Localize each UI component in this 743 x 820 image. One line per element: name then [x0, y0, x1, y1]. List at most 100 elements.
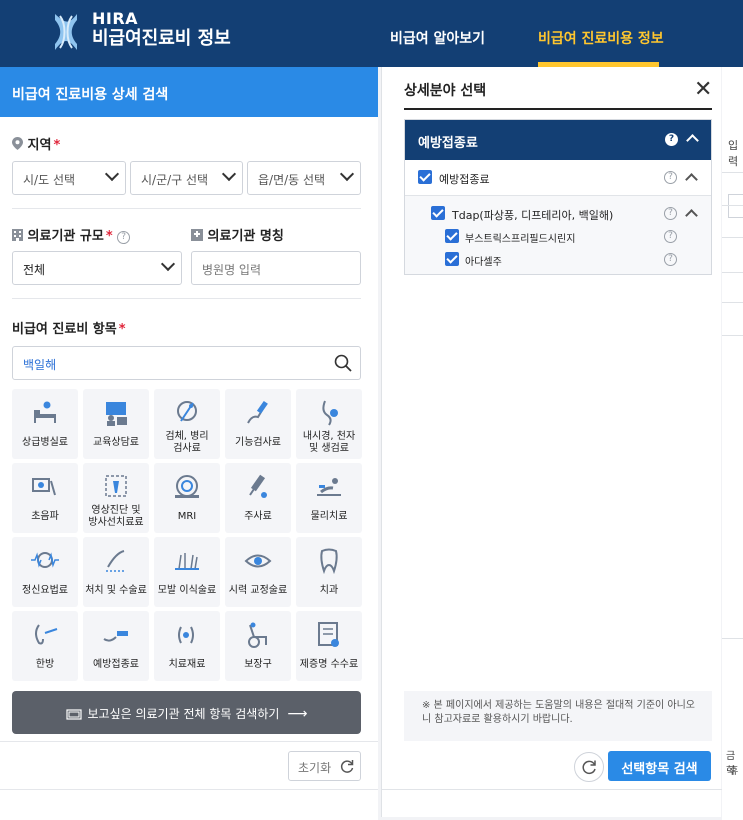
- tree-group-title: 예방접종료: [418, 136, 478, 151]
- tree-level2-area: Tdap(파상풍, 디프테리아, 백일해) ? 부스트릭스프리필드시린지 ? 아…: [405, 197, 711, 274]
- injection-icon: [249, 474, 267, 498]
- category-tile-endoscope[interactable]: 내시경, 천자 및 생검료: [296, 389, 362, 459]
- level1-checkbox[interactable]: [418, 170, 432, 184]
- sigungu-select[interactable]: 시/군/구 선택: [130, 161, 243, 195]
- nav-learn-noncovered[interactable]: 비급여 알아보기: [390, 28, 485, 48]
- physio-icon: [317, 478, 341, 496]
- category-label: 정신요법료: [22, 585, 68, 596]
- help-icon[interactable]: ?: [664, 171, 677, 184]
- level3-checkbox[interactable]: [445, 229, 459, 243]
- category-label: 모발 이식술료: [157, 585, 217, 596]
- panel-title: 비급여 진료비용 상세 검색: [0, 67, 378, 117]
- level3-checkbox[interactable]: [445, 252, 459, 266]
- close-icon[interactable]: ✕: [694, 77, 712, 102]
- category-label: 초음파: [31, 511, 59, 522]
- reset-button[interactable]: 초기화: [288, 751, 361, 781]
- divider: [0, 789, 378, 790]
- sido-select[interactable]: 시/도 선택: [12, 161, 126, 195]
- radiology-icon: [105, 475, 127, 497]
- bg-divider: [722, 638, 743, 639]
- nav-noncovered-cost[interactable]: 비급여 진료비용 정보: [538, 28, 664, 48]
- reset-label: 초기화: [298, 761, 332, 775]
- sigungu-select-value: 시/군/구 선택: [141, 173, 209, 187]
- chevron-up-icon[interactable]: [685, 209, 698, 222]
- field-tree: 예방접종료 ? 예방접종료 ? Tdap(파상풍, 디프테리아, 백일해) ? …: [404, 119, 712, 275]
- scale-select-value: 전체: [23, 263, 46, 277]
- category-tile-radiology[interactable]: 영상진단 및 방사선치료료: [83, 463, 149, 533]
- location-pin-icon: [12, 137, 23, 150]
- all-items-search-button[interactable]: 보고싶은 의료기관 전체 항목 검색하기 ⟶: [12, 691, 361, 734]
- category-tile-consult[interactable]: 교육상담료: [83, 389, 149, 459]
- search-icon[interactable]: [334, 354, 352, 372]
- item-search-value: 백일해: [23, 358, 57, 372]
- level3-label[interactable]: 부스트릭스프리필드시린지: [465, 230, 575, 245]
- level3-label[interactable]: 아다셀주: [465, 253, 502, 268]
- category-tile-function[interactable]: 기능검사료: [225, 389, 291, 459]
- eupmyeon-select[interactable]: 읍/면/동 선택: [247, 161, 361, 195]
- category-tile-physio[interactable]: 물리치료: [296, 463, 362, 533]
- dental-icon: [320, 548, 338, 575]
- material-icon: [178, 626, 194, 644]
- bg-divider: [722, 205, 743, 206]
- category-tile-pathology[interactable]: 검체, 병리 검사료: [154, 389, 220, 459]
- category-tile-device[interactable]: 보장구: [225, 611, 291, 681]
- dialog-title: 상세분야 선택: [404, 83, 487, 99]
- scale-label: 의료기관 규모 * ?: [12, 225, 131, 244]
- help-disclaimer: ※ 본 페이지에서 제공하는 도움말의 내용은 절대적 기준이 아니오 니 참고…: [404, 691, 712, 741]
- category-tile-dental[interactable]: 치과: [296, 537, 362, 607]
- help-icon[interactable]: ?: [117, 231, 131, 244]
- level2-checkbox[interactable]: [431, 206, 445, 220]
- category-label: 한방: [35, 659, 55, 670]
- help-icon[interactable]: ?: [665, 133, 678, 146]
- folder-icon: [65, 709, 82, 720]
- vaccine-icon: [103, 631, 128, 642]
- region-label: 지역 *: [12, 134, 60, 153]
- site-logo[interactable]: HIRA 비급여진료비 정보: [92, 10, 231, 50]
- hospital-name-placeholder: 병원명 입력: [202, 263, 262, 277]
- refresh-button[interactable]: [574, 752, 604, 782]
- detail-field-dialog: 상세분야 선택 ✕ 예방접종료 ? 예방접종료 ? Tdap(파상풍, 디프테리…: [381, 67, 722, 817]
- divider: [12, 208, 361, 209]
- category-label: 기능검사료: [235, 437, 281, 448]
- psych-icon: [31, 552, 59, 568]
- tree-level1-row[interactable]: 예방접종료 ?: [405, 160, 711, 196]
- required-mark: *: [118, 322, 126, 337]
- tree-group-header[interactable]: 예방접종료 ?: [405, 120, 711, 160]
- category-tile-hair[interactable]: 모발 이식술료: [154, 537, 220, 607]
- chevron-up-icon[interactable]: [686, 134, 699, 147]
- category-tile-certificate[interactable]: 제증명 수수료: [296, 611, 362, 681]
- hospital-name-input[interactable]: 병원명 입력: [191, 251, 361, 285]
- category-tile-injection[interactable]: 주사료: [225, 463, 291, 533]
- category-tile-bed[interactable]: 상급병실료: [12, 389, 78, 459]
- category-tile-vaccine[interactable]: 예방접종료: [83, 611, 149, 681]
- category-label: 물리치료: [310, 511, 348, 522]
- help-icon[interactable]: ?: [664, 230, 677, 243]
- hospital-icon: [191, 229, 203, 241]
- category-tile-ultrasound[interactable]: 초음파: [12, 463, 78, 533]
- category-label: 보장구: [244, 659, 272, 670]
- help-icon[interactable]: ?: [664, 253, 677, 266]
- divider: [12, 298, 361, 299]
- level2-label[interactable]: Tdap(파상풍, 디프테리아, 백일해): [452, 207, 613, 223]
- chevron-down-icon: [221, 166, 237, 182]
- chevron-up-icon[interactable]: [685, 173, 698, 186]
- scale-select[interactable]: 전체: [12, 251, 182, 285]
- category-tile-mri[interactable]: MRI: [154, 463, 220, 533]
- selected-items-search-button[interactable]: 선택항목 검색: [608, 751, 711, 781]
- category-tile-psych[interactable]: 정신요법료: [12, 537, 78, 607]
- eupmyeon-select-value: 읍/면/동 선택: [258, 173, 326, 187]
- category-tile-vision[interactable]: 시력 교정술료: [225, 537, 291, 607]
- help-icon[interactable]: ?: [664, 207, 677, 220]
- category-label: 처치 및 수술료: [85, 585, 147, 596]
- category-label: 내시경, 천자: [302, 431, 356, 442]
- divider: [382, 789, 722, 790]
- category-tile-material[interactable]: 치료재료: [154, 611, 220, 681]
- category-tile-surgery[interactable]: 처치 및 수술료: [83, 537, 149, 607]
- disclaimer-line: 니 참고자료로 활용하시기 바랍니다.: [422, 714, 573, 725]
- required-mark: *: [53, 138, 61, 153]
- detail-search-panel: 비급여 진료비용 상세 검색 지역 * 시/도 선택 시/군/구 선택 읍/면/동…: [0, 67, 378, 820]
- disclaimer-line: ※ 본 페이지에서 제공하는 도움말의 내용은 절대적 기준이 아니오: [422, 700, 696, 711]
- category-tile-oriental[interactable]: 한방: [12, 611, 78, 681]
- item-search-input[interactable]: 백일해: [12, 346, 361, 380]
- bg-text: ·휴: [726, 766, 739, 777]
